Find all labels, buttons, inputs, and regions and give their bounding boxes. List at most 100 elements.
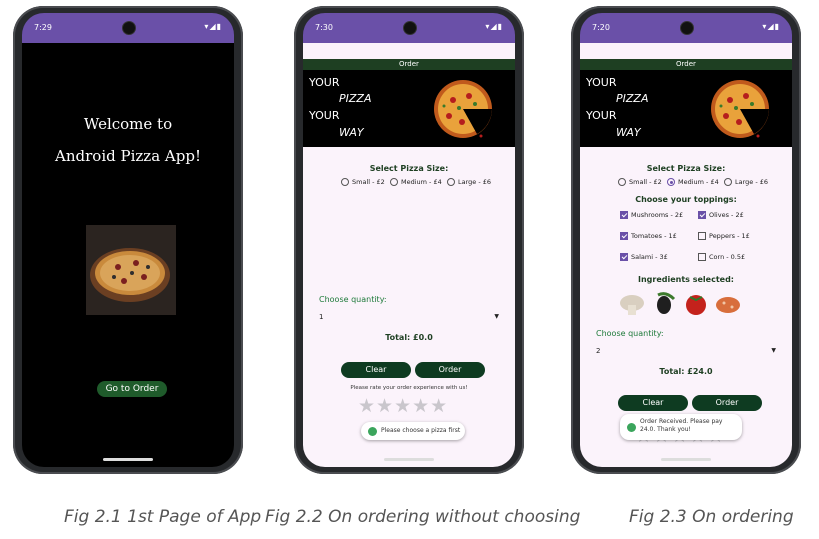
toast-text: Order Received. Please pay 24.0. Thank y… (640, 418, 723, 433)
rating-stars[interactable]: ★★★★★ (358, 395, 448, 417)
tomato-icon (686, 295, 706, 315)
radio-circle-icon (724, 178, 732, 186)
status-icons: ▾◢▮ (762, 22, 780, 31)
screen-order-filled: 7:20 ▾◢▮ Order YOUR PIZZA YOUR WAY Selec… (580, 13, 792, 467)
topping-label: Olives - 2£ (709, 211, 744, 219)
topping-mushrooms[interactable]: Mushrooms - 2£ (620, 211, 683, 219)
olive-icon (657, 292, 676, 314)
size-medium-radio[interactable]: Medium - £4 (390, 178, 442, 186)
size-small-label: Small - £2 (629, 178, 662, 186)
checkbox-checked-icon (620, 232, 628, 240)
phone-frame-order-filled: 7:20 ▾◢▮ Order YOUR PIZZA YOUR WAY Selec… (571, 6, 801, 474)
quantity-value: 1 (319, 313, 324, 321)
size-heading: Select Pizza Size: (646, 164, 726, 173)
size-large-label: Large - £6 (458, 178, 492, 186)
home-indicator[interactable] (384, 458, 434, 461)
size-small-label: Small - £2 (352, 178, 385, 186)
banner-pizza: PIZZA (616, 92, 649, 105)
order-content: Order YOUR PIZZA YOUR WAY Select Pizza S… (303, 43, 515, 467)
banner-way: WAY (339, 126, 364, 139)
clear-button[interactable]: Clear (341, 362, 411, 378)
topping-corn[interactable]: Corn - 0.5£ (698, 253, 745, 261)
rate-prompt: Please rate your order experience with u… (350, 385, 468, 391)
order-button[interactable]: Order (415, 362, 485, 378)
topping-label: Peppers - 1£ (709, 232, 750, 240)
quantity-dropdown[interactable]: 1 ▼ (319, 313, 499, 321)
camera-icon (403, 21, 417, 35)
caption-fig-2-2: Fig 2.2 On ordering without choosing (265, 507, 581, 527)
topping-label: Tomatoes - 1£ (631, 232, 677, 240)
camera-icon (680, 21, 694, 35)
banner-pizza: PIZZA (339, 92, 372, 105)
quantity-label: Choose quantity: (319, 295, 387, 304)
status-icons: ▾◢▮ (485, 22, 503, 31)
banner-your-1: YOUR (309, 76, 340, 89)
total-price: Total: £24.0 (659, 367, 713, 376)
size-medium-label: Medium - £4 (678, 178, 719, 186)
checkbox-checked-icon (698, 211, 706, 219)
order-title-bar: Order (303, 59, 515, 70)
banner-your-1: YOUR (586, 76, 617, 89)
toppings-heading: Choose your toppings: (635, 195, 737, 204)
topping-label: Salami - 3£ (631, 253, 668, 261)
topping-olives[interactable]: Olives - 2£ (698, 211, 744, 219)
welcome-title-line2: Android Pizza App! (55, 147, 201, 165)
checkbox-checked-icon (620, 253, 628, 261)
checkbox-checked-icon (620, 211, 628, 219)
phone-frame-order-empty: 7:30 ▾◢▮ Order YOUR PIZZA YOUR WAY Selec… (294, 6, 524, 474)
camera-icon (122, 21, 136, 35)
topping-label: Corn - 0.5£ (709, 253, 746, 261)
banner-your-2: YOUR (586, 109, 617, 122)
mushroom-icon (620, 295, 644, 315)
go-to-order-button[interactable]: Go to Order (97, 381, 167, 397)
pizza-photo (86, 225, 176, 315)
quantity-label: Choose quantity: (596, 329, 664, 338)
screen-welcome: 7:29 ▾◢▮ Welcome to Android Pizza App! G… (22, 13, 234, 467)
ingredients-images (620, 292, 740, 315)
phone-frame-welcome: 7:29 ▾◢▮ Welcome to Android Pizza App! G… (13, 6, 243, 474)
status-time: 7:20 (592, 23, 610, 32)
radio-selected-icon (667, 178, 675, 186)
home-indicator[interactable] (103, 458, 153, 461)
dropdown-caret-icon: ▼ (494, 313, 499, 320)
topping-label: Mushrooms - 2£ (631, 211, 684, 219)
topping-peppers[interactable]: Peppers - 1£ (698, 232, 750, 240)
app-icon (368, 426, 377, 436)
ingredients-heading: Ingredients selected: (637, 275, 734, 284)
caption-fig-2-1: Fig 2.1 1st Page of App (64, 507, 262, 527)
status-time: 7:29 (34, 23, 52, 32)
toast-message: Order Received. Please pay 24.0. Thank y… (620, 414, 742, 440)
size-large-radio[interactable]: Large - £6 (447, 178, 491, 186)
topping-salami[interactable]: Salami - 3£ (620, 253, 668, 261)
quantity-dropdown[interactable]: 2 ▼ (596, 347, 776, 355)
size-small-radio[interactable]: Small - £2 (618, 178, 662, 186)
size-heading: Select Pizza Size: (369, 164, 449, 173)
banner-way: WAY (616, 126, 641, 139)
size-large-radio[interactable]: Large - £6 (724, 178, 768, 186)
order-button[interactable]: Order (692, 395, 762, 411)
radio-circle-icon (341, 178, 349, 186)
toast-message: Please choose a pizza first (361, 422, 465, 440)
topping-tomatoes[interactable]: Tomatoes - 1£ (620, 232, 677, 240)
welcome-title-line1: Welcome to (83, 115, 173, 133)
screen-order-empty: 7:30 ▾◢▮ Order YOUR PIZZA YOUR WAY Selec… (303, 13, 515, 467)
size-medium-radio[interactable]: Medium - £4 (667, 178, 719, 186)
size-small-radio[interactable]: Small - £2 (341, 178, 385, 186)
quantity-value: 2 (596, 347, 601, 355)
order-title-bar: Order (580, 59, 792, 70)
total-price: Total: £0.0 (385, 333, 433, 342)
toast-text: Please choose a pizza first (381, 427, 461, 434)
size-large-label: Large - £6 (735, 178, 769, 186)
pizza-banner: YOUR PIZZA YOUR WAY (303, 70, 515, 147)
status-time: 7:30 (315, 23, 333, 32)
pizza-banner: YOUR PIZZA YOUR WAY (580, 70, 792, 147)
radio-circle-icon (390, 178, 398, 186)
clear-button[interactable]: Clear (618, 395, 688, 411)
banner-your-2: YOUR (309, 109, 340, 122)
caption-fig-2-3: Fig 2.3 On ordering (629, 507, 794, 527)
radio-circle-icon (447, 178, 455, 186)
home-indicator[interactable] (661, 458, 711, 461)
radio-circle-icon (618, 178, 626, 186)
welcome-content: Welcome to Android Pizza App! Go to Orde… (22, 43, 234, 467)
pizza-illustration (434, 80, 492, 138)
